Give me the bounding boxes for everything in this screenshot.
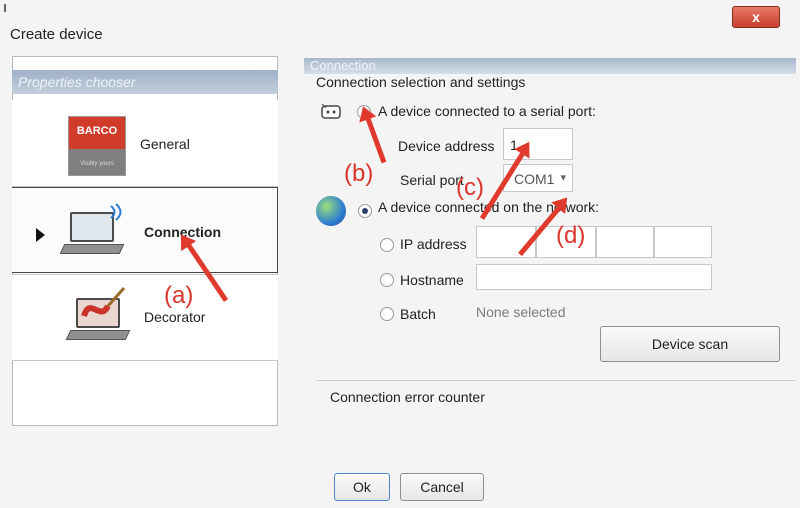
cancel-button[interactable]: Cancel [400,473,484,501]
ok-button[interactable]: Ok [334,473,390,501]
ip-octet-3-field[interactable] [596,226,654,258]
chevron-down-icon: ▾ [560,172,566,184]
error-counter-label: Connection error counter [330,389,485,405]
ip-octet-4-field[interactable] [654,226,712,258]
globe-icon [316,196,346,226]
device-address-label: Device address [398,138,495,154]
corner-mark [4,4,6,12]
annotation-c: (c) [456,174,484,201]
network-radio[interactable] [358,204,372,218]
divider [316,380,796,381]
annotation-d: (d) [556,222,586,249]
batch-label: Batch [400,306,436,322]
ip-address-label: IP address [400,236,467,252]
ip-address-radio[interactable] [380,238,394,252]
connection-header: Connection [304,58,796,74]
close-icon: x [752,9,760,25]
barco-logo-tagline: Visibly yours [80,161,114,167]
hostname-label: Hostname [400,272,464,288]
serial-port-radio-label: A device connected to a serial port: [378,103,596,119]
section-title: Connection selection and settings [316,74,526,90]
dialog-title: Create device [10,26,103,43]
hostname-radio[interactable] [380,273,394,287]
chooser-item-label: Decorator [144,309,206,325]
annotation-arrow-b [364,114,387,164]
laptop-network-icon [59,203,126,262]
hostname-field[interactable] [476,264,712,290]
barco-logo-text: BARCO [76,125,118,137]
serial-port-label: Serial port [400,172,464,188]
batch-value: None selected [476,304,566,320]
selected-arrow-icon [36,228,45,242]
serial-port-icon [321,103,341,119]
laptop-paint-icon [65,287,132,348]
device-address-field[interactable]: 1 [503,128,573,160]
serial-port-value: COM1 [514,171,555,187]
device-scan-button[interactable]: Device scan [600,326,780,362]
close-button[interactable]: x [732,6,780,28]
annotation-a: (a) [164,282,194,309]
properties-chooser-header: Properties chooser [12,70,278,94]
barco-logo-icon: BARCO Visibly yours [68,116,126,176]
chooser-item-label: General [140,136,190,152]
divider [12,360,278,361]
batch-radio[interactable] [380,307,394,321]
annotation-b: (b) [344,160,374,187]
